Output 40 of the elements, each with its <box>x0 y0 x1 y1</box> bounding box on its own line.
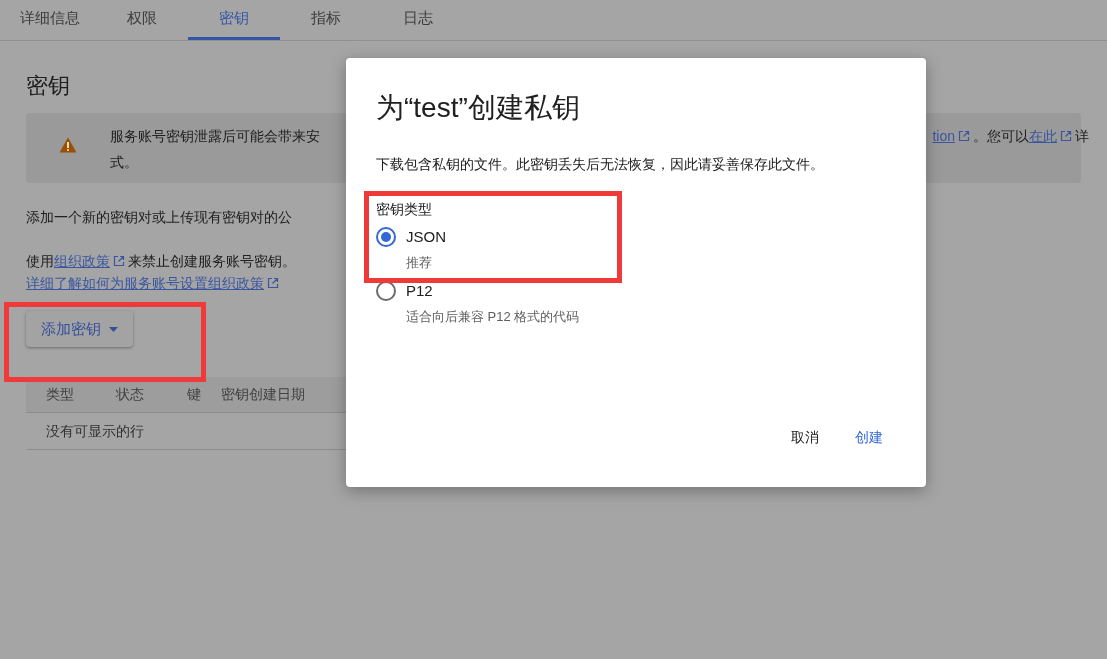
warning-text: 详 <box>1075 128 1089 144</box>
radio-hint: 推荐 <box>405 254 433 272</box>
column-header: 状态 <box>115 385 145 404</box>
link[interactable]: 详细了解如何为服务账号设置组织政策 <box>26 275 264 291</box>
radio-hint: 适合向后兼容 P12 格式的代码 <box>405 308 581 326</box>
section-title: 密钥 <box>26 72 71 100</box>
empty-table-text: 没有可显示的行 <box>45 421 144 441</box>
warning-text: 。您可以 <box>973 128 1029 144</box>
dialog-description: 下载包含私钥的文件。此密钥丢失后无法恢复，因此请妥善保存此文件。 <box>376 155 825 174</box>
tab[interactable]: 日志 <box>372 0 464 40</box>
group-label: 密钥类型 <box>376 201 432 217</box>
link[interactable]: tion <box>932 128 955 144</box>
tab[interactable]: 详细信息 <box>4 0 96 40</box>
column-header: 类型 <box>45 385 75 404</box>
radio-label: JSON <box>406 227 446 247</box>
tab[interactable]: 密钥 <box>188 0 280 40</box>
warning-icon <box>59 137 77 153</box>
warning-text: 服务账号密钥泄露后可能会带来安 <box>110 127 320 146</box>
dialog-button[interactable]: 创建 <box>842 419 896 455</box>
description-text: 添加一个新的密钥对或上传现有密钥对的公 <box>26 209 292 225</box>
policy-text: 使用 <box>26 253 54 269</box>
column-header: 键 <box>186 385 202 404</box>
policy-text: 来禁止创建服务账号密钥。 <box>128 253 296 269</box>
column-header: 密钥创建日期 <box>221 385 306 404</box>
warning-text: 式。 <box>110 154 138 170</box>
link[interactable]: 组织政策 <box>54 253 110 269</box>
external-link-icon <box>113 255 125 267</box>
external-link-icon <box>958 130 970 142</box>
dialog-title: 为“test”创建私钥 <box>376 91 581 125</box>
tab[interactable]: 权限 <box>96 0 188 40</box>
add-key-button[interactable]: 添加密钥 <box>26 311 133 347</box>
external-link-icon <box>267 277 279 289</box>
caret-icon <box>109 326 118 332</box>
radio-label: P12 <box>406 281 433 301</box>
radio-button[interactable] <box>376 281 396 301</box>
radio-button[interactable] <box>376 227 396 247</box>
link[interactable]: 在此 <box>1029 128 1057 144</box>
external-link-icon <box>1060 130 1072 142</box>
dialog-button[interactable]: 取消 <box>778 419 832 455</box>
tab[interactable]: 指标 <box>280 0 372 40</box>
